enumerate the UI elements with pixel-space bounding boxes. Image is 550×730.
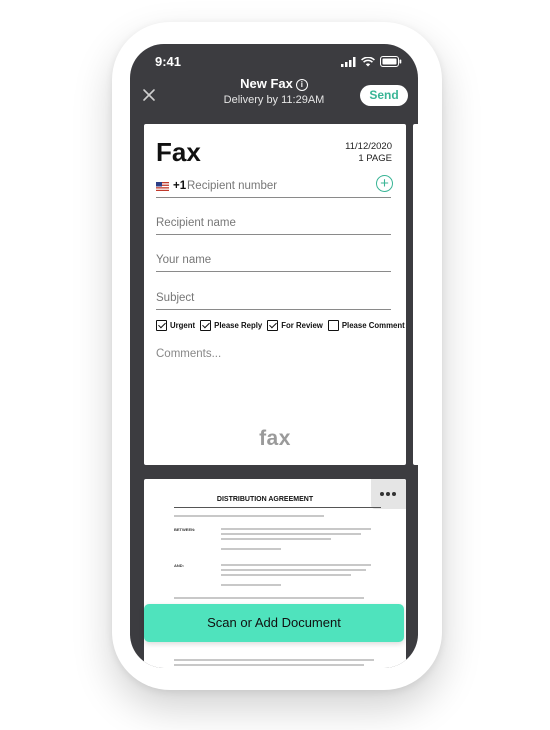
please-comment-label: Please Comment [341,321,405,330]
scan-add-document-button[interactable]: Scan or Add Document [144,604,404,642]
document-text-line [221,533,361,535]
your-name-field[interactable]: Your name [156,246,391,272]
please-reply-checkbox[interactable]: Please Reply [200,320,262,331]
recipient-number-placeholder: Recipient number [187,180,278,192]
phone-screen: 9:41 New Fax i Delivery by 11:29AM Send … [130,44,418,668]
next-card-peek[interactable] [413,124,418,465]
status-icons [341,56,402,67]
checkbox-checked-icon[interactable] [200,320,212,331]
document-divider [174,507,381,508]
please-comment-checkbox[interactable]: Please Comment [327,320,405,331]
signal-icon [341,56,356,67]
us-flag-icon [156,182,169,191]
send-button[interactable]: Send [360,85,408,106]
for-review-label: For Review [281,321,323,330]
please-reply-label: Please Reply [214,321,263,330]
document-label: AND: [174,563,184,568]
recipient-number-field[interactable]: +1 Recipient number + [156,172,393,198]
checkbox-checked-icon[interactable] [156,320,167,331]
document-text-line [221,538,331,540]
nav-bar: New Fax i Delivery by 11:29AM Send [130,74,418,114]
recipient-name-placeholder: Recipient name [156,217,236,229]
urgent-checkbox[interactable]: Urgent [156,320,195,331]
document-text-line [174,597,364,599]
fax-date-value: 11/12/2020 [345,141,392,152]
checkbox-unchecked-icon[interactable] [327,320,339,331]
status-bar: 9:41 [130,44,418,78]
document-text-line [174,664,364,666]
fax-page-count: 1 PAGE [358,153,392,164]
recipient-name-field[interactable]: Recipient name [156,209,391,235]
subject-placeholder: Subject [156,292,195,304]
fax-logo: fax [259,427,291,450]
document-text-line [221,548,281,550]
urgent-label: Urgent [170,321,196,330]
document-text-line [221,574,351,576]
add-recipient-button[interactable]: + [376,175,393,192]
comments-field[interactable]: Comments... [156,348,221,360]
nav-title-text: New Fax [240,76,293,91]
your-name-placeholder: Your name [156,254,212,266]
more-icon [380,492,384,496]
country-code[interactable]: +1 [173,180,186,192]
document-text-line [221,584,281,586]
document-text-line [221,569,366,571]
fax-title: Fax [156,137,201,167]
for-review-checkbox[interactable]: For Review [267,320,323,331]
subject-field[interactable]: Subject [156,284,391,310]
status-time: 9:41 [155,54,182,69]
wifi-icon [361,56,375,66]
document-text-line [174,515,324,517]
battery-icon [380,56,402,67]
cover-options: Urgent Please Reply For Review Please Co… [156,320,406,331]
document-label: BETWEEN: [174,527,196,532]
document-text-line [174,659,374,661]
info-icon[interactable]: i [295,79,308,91]
document-title: DISTRIBUTION AGREEMENT [216,496,314,503]
fax-cover-card: Fax 11/12/2020 1 PAGE +1 Recipient numbe… [144,124,406,465]
fax-date: 11/12/2020 1 PAGE [345,141,392,165]
checkbox-checked-icon[interactable] [267,320,279,331]
document-text-line [221,528,371,530]
document-text-line [221,564,371,566]
more-options-button[interactable] [371,479,406,509]
